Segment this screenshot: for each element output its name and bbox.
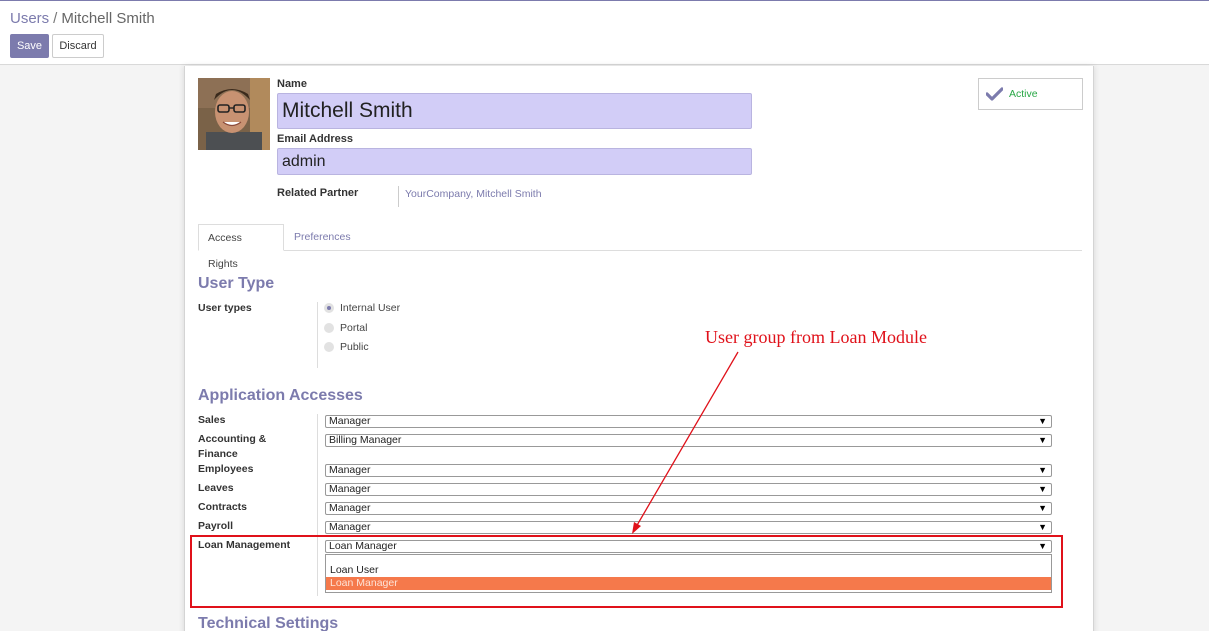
user-types-separator (317, 302, 318, 368)
related-partner-link[interactable]: YourCompany, Mitchell Smith (405, 188, 542, 200)
select-value: Manager (329, 521, 371, 533)
avatar-photo (198, 78, 270, 150)
breadcrumb-separator: / (53, 10, 58, 27)
select-value: Manager (329, 502, 371, 514)
radio-internal-user-label: Internal User (340, 302, 401, 314)
select-value: Manager (329, 483, 371, 495)
select-value: Billing Manager (329, 434, 402, 446)
access-label-accounting: Accounting & Finance (198, 433, 267, 460)
background-right (1094, 66, 1209, 631)
tab-preferences[interactable]: Preferences (285, 224, 360, 251)
email-field[interactable]: admin (277, 148, 752, 175)
radio-portal[interactable]: Portal (324, 322, 367, 334)
access-label-sales: Sales (198, 414, 226, 426)
radio-portal-label: Portal (340, 322, 368, 334)
name-label: Name (277, 78, 307, 90)
access-label-employees: Employees (198, 463, 254, 475)
radio-public-label: Public (340, 341, 369, 353)
radio-public[interactable]: Public (324, 341, 369, 353)
related-partner-label: Related Partner (277, 187, 359, 199)
chevron-down-icon: ▼ (1038, 435, 1047, 445)
notebook-tabs: Access Rights Preferences (198, 224, 1082, 270)
active-toggle-button[interactable]: Active (978, 78, 1083, 110)
chevron-down-icon: ▼ (1038, 522, 1047, 532)
breadcrumb: Users / Mitchell Smith (10, 10, 155, 27)
user-types-label: User types (198, 302, 252, 314)
application-accesses-title: Application Accesses (198, 387, 363, 404)
access-select-payroll[interactable]: Manager ▼ (325, 521, 1052, 534)
annotation-highlight-box (190, 535, 1063, 608)
breadcrumb-users-link[interactable]: Users (10, 10, 49, 27)
access-select-employees[interactable]: Manager ▼ (325, 464, 1052, 477)
user-avatar[interactable] (198, 78, 270, 150)
tab-access-rights[interactable]: Access Rights (198, 224, 284, 270)
access-label-payroll: Payroll (198, 520, 234, 532)
breadcrumb-current: Mitchell Smith (61, 10, 155, 27)
save-button[interactable]: Save (10, 34, 49, 58)
partner-separator (398, 186, 399, 207)
email-label: Email Address (277, 133, 354, 145)
access-label-leaves: Leaves (198, 482, 234, 494)
control-panel: Users / Mitchell Smith Save Discard (0, 1, 1209, 65)
radio-unchecked-icon (324, 342, 334, 353)
background-left (0, 66, 184, 631)
check-icon (986, 87, 1003, 101)
annotation-text: User group from Loan Module (705, 327, 927, 347)
access-select-accounting[interactable]: Billing Manager ▼ (325, 434, 1052, 447)
chevron-down-icon: ▼ (1038, 465, 1047, 475)
chevron-down-icon: ▼ (1038, 416, 1047, 426)
chevron-down-icon: ▼ (1038, 503, 1047, 513)
radio-unchecked-icon (324, 323, 334, 334)
access-select-contracts[interactable]: Manager ▼ (325, 502, 1052, 515)
select-value: Manager (329, 464, 371, 476)
access-label-contracts: Contracts (198, 501, 248, 513)
access-select-leaves[interactable]: Manager ▼ (325, 483, 1052, 496)
chevron-down-icon: ▼ (1038, 484, 1047, 494)
technical-settings-title: Technical Settings (198, 615, 339, 631)
radio-checked-icon (324, 303, 334, 314)
active-label: Active (1009, 88, 1038, 100)
discard-button[interactable]: Discard (52, 34, 104, 58)
access-select-sales[interactable]: Manager ▼ (325, 415, 1052, 428)
name-field[interactable]: Mitchell Smith (277, 93, 752, 129)
radio-internal-user[interactable]: Internal User (324, 302, 400, 314)
user-type-title: User Type (198, 275, 275, 292)
select-value: Manager (329, 415, 371, 427)
